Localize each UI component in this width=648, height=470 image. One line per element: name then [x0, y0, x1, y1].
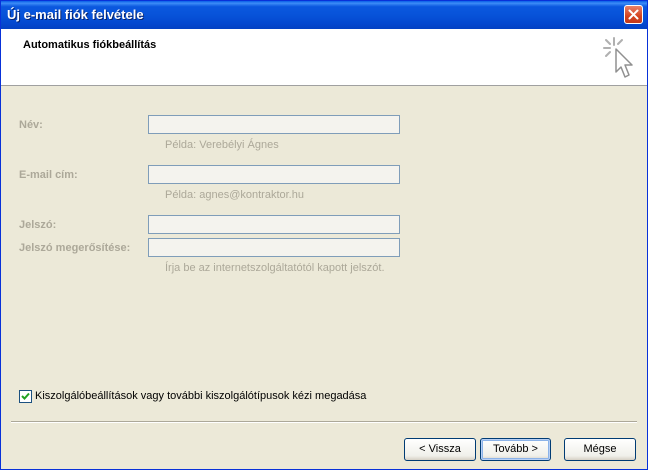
- page-title: Automatikus fiókbeállítás: [23, 39, 157, 51]
- name-label: Név:: [19, 119, 43, 131]
- dialog-window: Új e-mail fiók felvétele Automatikus fió…: [0, 0, 648, 470]
- password-label: Jelszó:: [19, 219, 57, 231]
- email-hint: Példa: agnes@kontraktor.hu: [165, 189, 304, 201]
- manual-config-label[interactable]: Kiszolgálóbeállítások vagy további kiszo…: [35, 390, 366, 402]
- password-confirm-label: Jelszó megerősítése:: [19, 242, 131, 254]
- password-hint: Írja be az internetszolgáltatótól kapott…: [165, 262, 385, 274]
- wizard-header: Automatikus fiókbeállítás: [1, 29, 647, 86]
- email-input[interactable]: [148, 165, 400, 184]
- password-confirm-input[interactable]: [148, 238, 400, 257]
- back-button[interactable]: < Vissza: [404, 438, 476, 461]
- checkmark-icon: [21, 392, 30, 400]
- button-separator: [11, 421, 637, 423]
- title-bar[interactable]: Új e-mail fiók felvétele: [1, 1, 647, 29]
- close-button[interactable]: [624, 5, 643, 24]
- click-cursor-icon: [603, 37, 633, 78]
- email-label: E-mail cím:: [19, 169, 78, 181]
- next-button[interactable]: Tovább >: [480, 438, 551, 461]
- window-title: Új e-mail fiók felvétele: [7, 7, 144, 22]
- cancel-button[interactable]: Mégse: [564, 438, 636, 461]
- manual-config-checkbox[interactable]: [19, 390, 32, 403]
- name-hint: Példa: Verebélyi Ágnes: [165, 139, 279, 151]
- close-icon: [628, 9, 639, 20]
- name-input[interactable]: [148, 115, 400, 134]
- password-input[interactable]: [148, 215, 400, 234]
